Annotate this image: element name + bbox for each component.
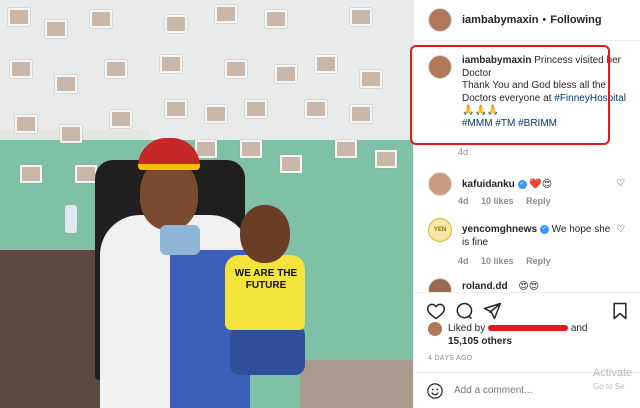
caption-time: 4d xyxy=(458,147,469,157)
floor xyxy=(300,360,413,408)
likes-count[interactable]: 15,105 others xyxy=(448,336,512,347)
comment-item: roland.dd 😍😍 xyxy=(428,278,633,292)
wall-photo xyxy=(305,100,327,118)
wall-photo xyxy=(110,110,132,128)
doctor-head xyxy=(140,160,198,230)
wall-photo xyxy=(215,5,237,23)
add-comment-input[interactable] xyxy=(454,385,604,396)
comment-like-heart-icon[interactable]: ♡ xyxy=(616,178,625,189)
heart-icon[interactable] xyxy=(426,301,446,321)
wall-photo xyxy=(245,100,267,118)
shirt-text: WE ARE THE FUTURE xyxy=(234,268,298,291)
wall-photo xyxy=(205,105,227,123)
comment-avatar[interactable] xyxy=(428,172,452,196)
wall-photo xyxy=(375,150,397,168)
emoji-icon[interactable] xyxy=(426,382,444,400)
separator-dot: • xyxy=(542,14,547,26)
wall-photo xyxy=(225,60,247,78)
reply-button[interactable]: Reply xyxy=(526,196,551,206)
likes-suffix: and xyxy=(570,323,588,334)
comment-meta: 4d 10 likes Reply xyxy=(458,256,561,266)
comment-likes[interactable]: 10 likes xyxy=(481,196,514,206)
face-mask xyxy=(160,225,200,255)
wall-photo xyxy=(265,10,287,28)
watermark-line2: Go to Se xyxy=(593,382,625,391)
post-photo[interactable]: WE ARE THE FUTURE xyxy=(0,0,413,408)
wall-photo xyxy=(8,8,30,26)
comment-likes[interactable]: 10 likes xyxy=(481,256,514,266)
comment-meta: 4d 10 likes Reply xyxy=(458,196,561,206)
comment-username[interactable]: roland.dd xyxy=(462,281,508,292)
verified-badge-icon: ✓ xyxy=(539,224,549,234)
wall-photo xyxy=(195,140,217,158)
wall-photo xyxy=(20,165,42,183)
wall-photo xyxy=(55,75,77,93)
wall-photo xyxy=(335,140,357,158)
wall-photo xyxy=(350,105,372,123)
comment-body: kafuidanku ✓ ❤️😍 xyxy=(462,172,612,196)
avatar[interactable] xyxy=(428,8,452,32)
comment-avatar[interactable] xyxy=(428,278,452,292)
wall-photo xyxy=(165,100,187,118)
likes-summary: Liked by and 15,105 others xyxy=(428,322,628,348)
wall-photo xyxy=(15,115,37,133)
likes-prefix: Liked by xyxy=(448,323,486,334)
verified-badge-icon: ✓ xyxy=(517,179,527,189)
wall-photo xyxy=(10,60,32,78)
post-date[interactable]: 4 DAYS AGO xyxy=(428,355,473,362)
wall-photo xyxy=(105,60,127,78)
wall-photo xyxy=(160,55,182,73)
following-button[interactable]: Following xyxy=(550,14,601,26)
wall-photo xyxy=(75,165,97,183)
wall-photo xyxy=(360,70,382,88)
comment-body: yencomghnews ✓ We hope she is fine xyxy=(462,218,612,249)
child-head xyxy=(240,205,290,263)
activation-watermark: Activate Go to Se xyxy=(593,367,632,393)
caption-highlight-box xyxy=(410,45,610,145)
child-legs xyxy=(230,325,305,375)
wall-photo xyxy=(240,140,262,158)
comment-time: 4d xyxy=(458,256,469,266)
wall-photo xyxy=(275,65,297,83)
header-username[interactable]: iambabymaxin xyxy=(462,14,538,26)
wall-photo xyxy=(90,10,112,28)
comment-text: ❤️😍 xyxy=(529,179,553,190)
comment-item: YEN yencomghnews ✓ We hope she is fine ♡ xyxy=(428,218,633,249)
share-icon[interactable] xyxy=(482,301,502,321)
comment-item: kafuidanku ✓ ❤️😍 ♡ xyxy=(428,172,633,196)
wall-photo xyxy=(350,8,372,26)
sanitizer-bottle xyxy=(65,205,77,233)
wall-photo xyxy=(165,15,187,33)
child-shirt xyxy=(225,255,305,330)
wall-photo xyxy=(280,155,302,173)
comment-time: 4d xyxy=(458,196,469,206)
watermark-line1: Activate xyxy=(593,367,633,379)
wall-photo xyxy=(315,55,337,73)
comment-like-heart-icon[interactable]: ♡ xyxy=(616,224,625,235)
wall-photo xyxy=(60,125,82,143)
comment-username[interactable]: kafuidanku xyxy=(462,179,515,190)
comment-username[interactable]: yencomghnews xyxy=(462,224,537,235)
liker-avatar[interactable] xyxy=(428,322,442,336)
reply-button[interactable]: Reply xyxy=(526,256,551,266)
comment-icon[interactable] xyxy=(454,301,474,321)
post-header: iambabymaxin • Following xyxy=(414,0,640,41)
comment-body: roland.dd 😍😍 xyxy=(462,278,612,292)
likes-text: Liked by and 15,105 others xyxy=(448,322,628,348)
wall-photo xyxy=(45,20,67,38)
avatar-label: YEN xyxy=(433,227,447,233)
comment-text: 😍😍 xyxy=(518,281,540,292)
bookmark-icon[interactable] xyxy=(610,301,630,321)
comment-avatar[interactable]: YEN xyxy=(428,218,452,242)
redacted-username xyxy=(488,325,569,332)
